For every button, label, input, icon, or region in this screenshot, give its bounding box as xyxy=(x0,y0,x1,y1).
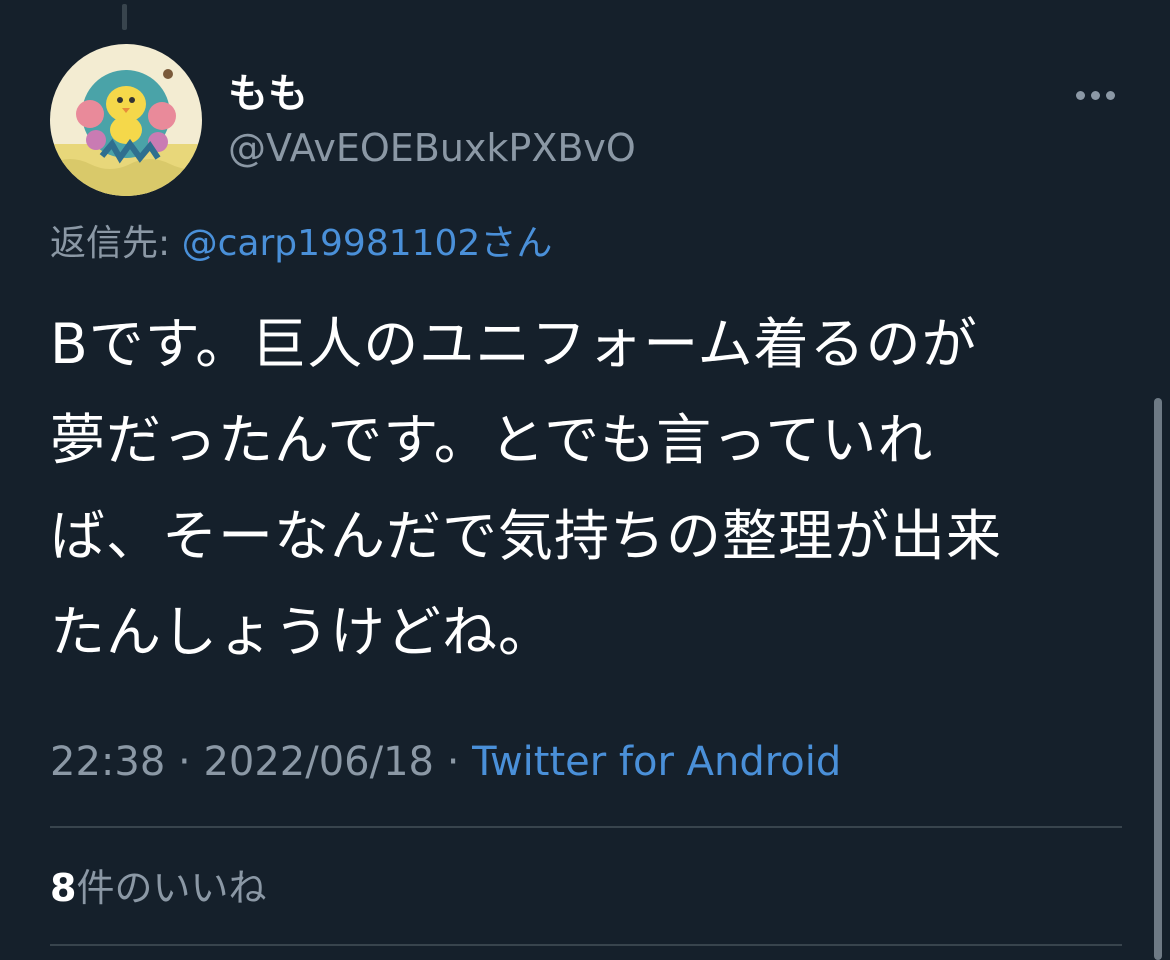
display-name[interactable]: もも xyxy=(228,68,308,120)
more-dot xyxy=(1075,90,1085,100)
likes-label: 件のいいね xyxy=(76,866,267,910)
tweet-text: Bです。巨人のユニフォーム着るのが 夢だったんです。とでも言っていれ ば、そーな… xyxy=(50,296,1130,680)
divider xyxy=(50,826,1122,828)
more-dot xyxy=(1105,90,1115,100)
divider xyxy=(50,944,1122,946)
reply-mention-suffix[interactable]: さん xyxy=(480,223,552,264)
tweet-date[interactable]: 2022/06/18 xyxy=(203,739,434,785)
reply-prefix: 返信先: xyxy=(50,223,171,264)
tweet-metadata: 22:38 · 2022/06/18 · Twitter for Android xyxy=(50,734,841,790)
meta-separator: · xyxy=(446,739,460,785)
more-horizontal-icon[interactable] xyxy=(1070,80,1120,110)
avatar-illustration xyxy=(50,44,202,196)
more-dot xyxy=(1090,90,1100,100)
likes-count: 8 xyxy=(50,866,77,910)
tweet-source-link[interactable]: Twitter for Android xyxy=(472,739,841,785)
replying-to: 返信先: @carp19981102さん xyxy=(50,218,552,270)
tweet-text-line: Bです。巨人のユニフォーム着るのが xyxy=(50,312,978,376)
user-handle[interactable]: @VAvEOEBuxkPXBvO xyxy=(228,122,636,174)
scrollbar[interactable] xyxy=(1154,398,1162,960)
likes-count-link[interactable]: 8件のいいね xyxy=(50,860,266,916)
tweet-text-line: 夢だったんです。とでも言っていれ xyxy=(50,408,934,472)
reply-mention-link[interactable]: @carp19981102 xyxy=(182,223,481,264)
meta-separator: · xyxy=(178,739,191,785)
tweet-text-line: たんしょうけどね。 xyxy=(50,600,555,664)
tweet-text-line: ば、そーなんだで気持ちの整理が出来 xyxy=(50,504,1003,568)
reply-thread-line xyxy=(122,4,127,30)
avatar[interactable] xyxy=(50,44,202,196)
tweet-time[interactable]: 22:38 xyxy=(50,739,165,785)
